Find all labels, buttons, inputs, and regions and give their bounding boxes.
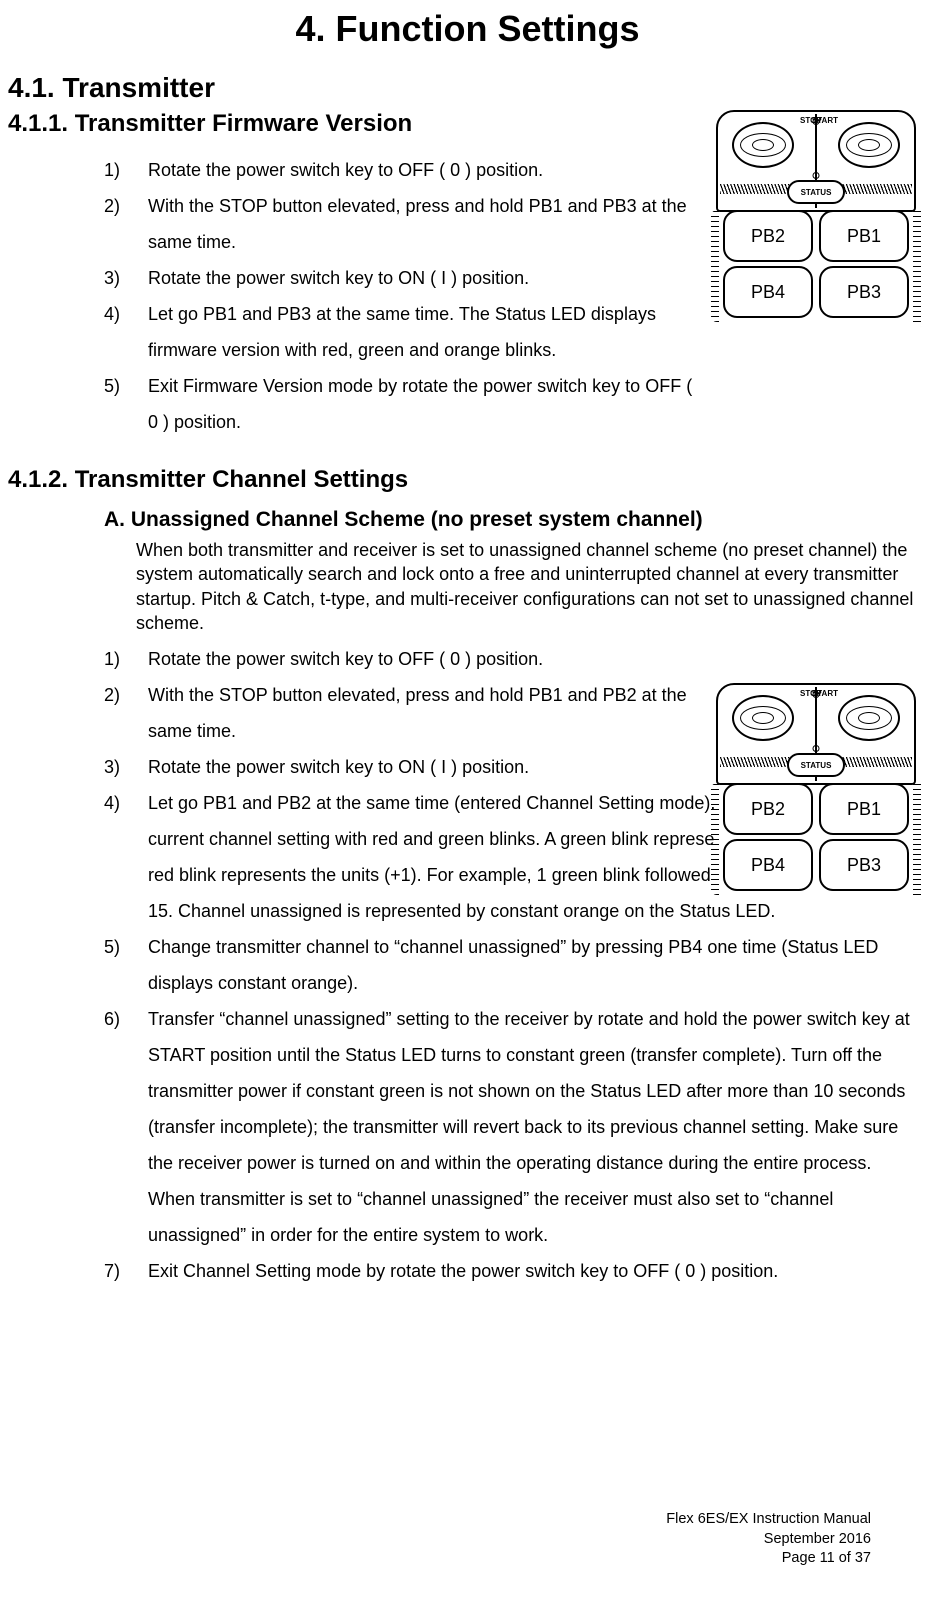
pb1-button-icon: PB1 [819,210,909,262]
pb2-button-icon: PB2 [723,210,813,262]
status-led-icon: STATUS [787,753,845,777]
pb4-button-icon: PB4 [723,839,813,891]
pb2-button-icon: PB2 [723,783,813,835]
list-item: 1)Rotate the power switch key to OFF ( 0… [104,641,927,677]
status-led-icon: STATUS [787,180,845,204]
start-knob-icon [838,122,900,168]
stop-knob-icon [732,695,794,741]
list-item: 6)Transfer “channel unassigned” setting … [104,1001,927,1253]
transmitter-diagram-411: STOP START STATUS PB2 PB1 PB4 PB3 [715,110,917,330]
footer-page-number: Page 11 of 37 [666,1549,871,1569]
transmitter-diagram-412: STOP START STATUS PB2 PB1 PB4 PB3 [715,683,917,903]
footer-manual-title: Flex 6ES/EX Instruction Manual [666,1510,871,1530]
pb1-button-icon: PB1 [819,783,909,835]
start-knob-icon [838,695,900,741]
footer-date: September 2016 [666,1530,871,1550]
stop-knob-icon [732,122,794,168]
pb3-button-icon: PB3 [819,839,909,891]
list-item: 7)Exit Channel Setting mode by rotate th… [104,1253,927,1289]
unassigned-scheme-paragraph: When both transmitter and receiver is se… [136,538,919,635]
diagram-start-label: START [812,116,838,125]
list-item: 5)Change transmitter channel to “channel… [104,929,927,1001]
section-4-1-heading: 4.1. Transmitter [8,72,927,104]
section-4-1-2-a-heading: A. Unassigned Channel Scheme (no preset … [104,508,927,532]
section-4-1-2-heading: 4.1.2. Transmitter Channel Settings [8,466,927,494]
pb4-button-icon: PB4 [723,266,813,318]
page-footer: Flex 6ES/EX Instruction Manual September… [666,1510,871,1569]
list-item: 5)Exit Firmware Version mode by rotate t… [104,368,927,440]
pb3-button-icon: PB3 [819,266,909,318]
page-title: 4. Function Settings [8,8,927,50]
diagram-start-label: START [812,689,838,698]
